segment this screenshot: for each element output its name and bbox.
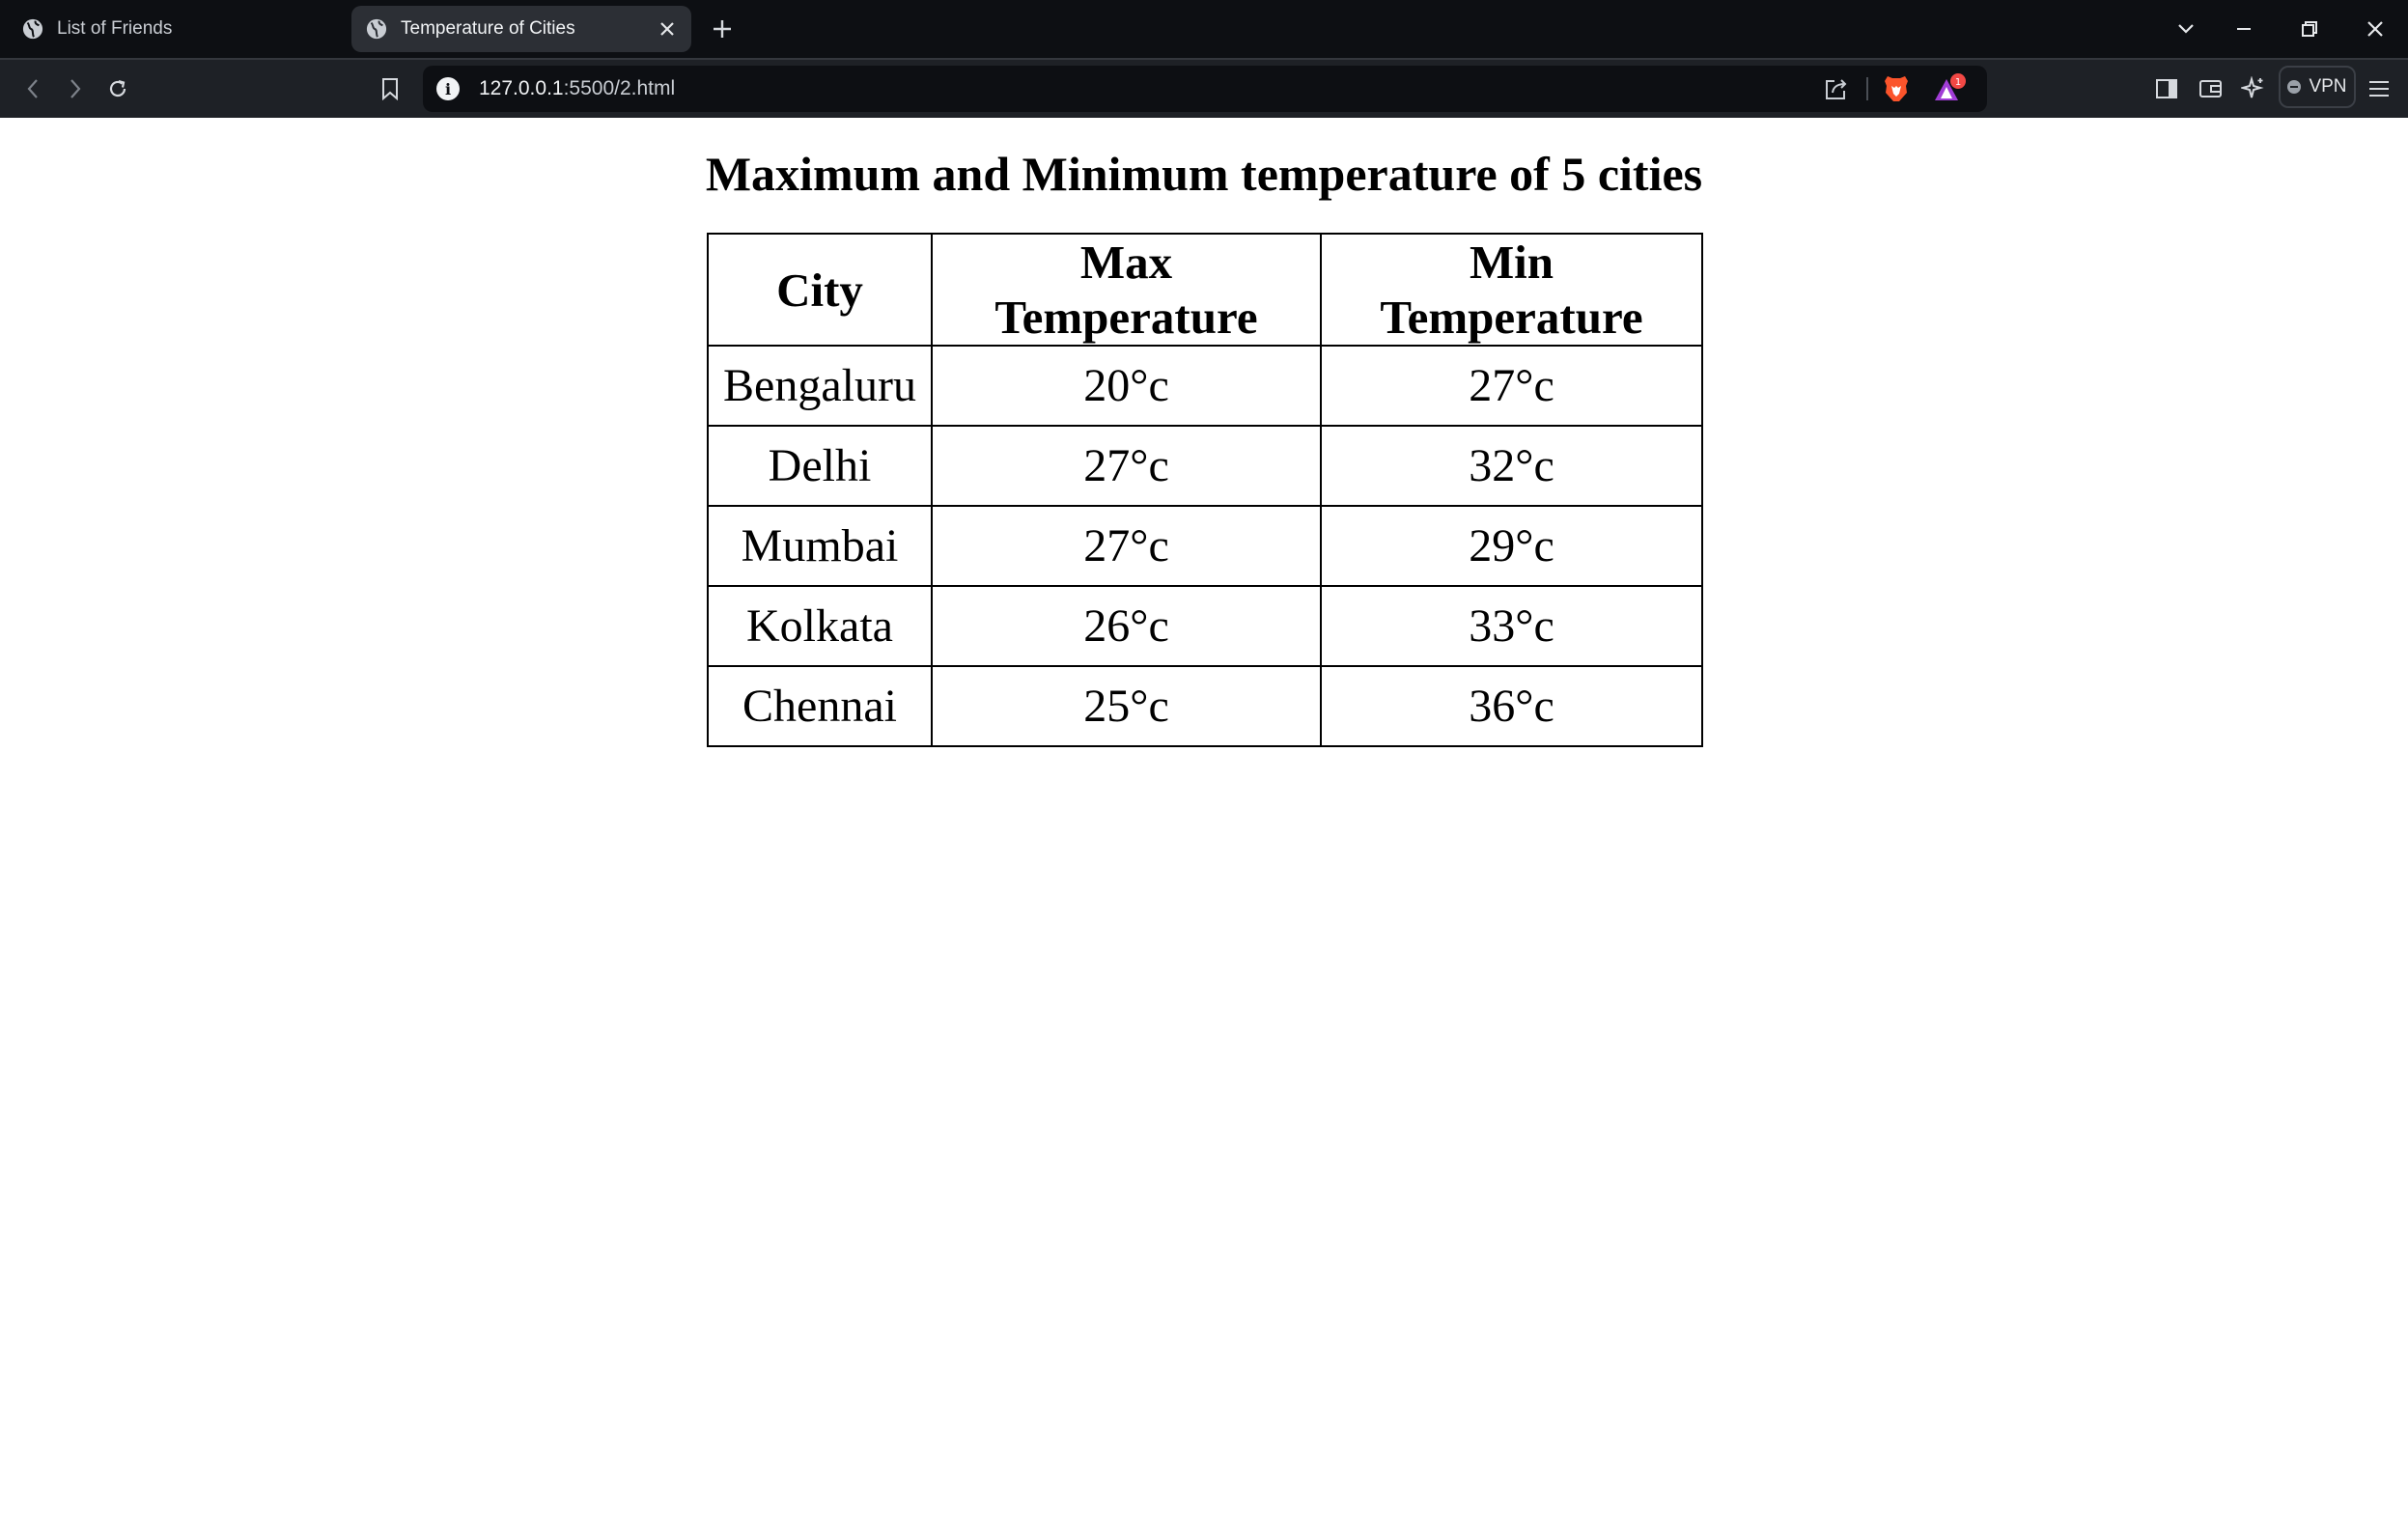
bookmark-button[interactable] bbox=[371, 70, 409, 108]
column-header-city: City bbox=[707, 233, 933, 347]
address-bar[interactable]: i 127.0.0.1:5500/2.html 1 bbox=[423, 66, 1987, 112]
table-row: Bengaluru 20°c 27°c bbox=[707, 345, 1703, 427]
page-content: Maximum and Minimum temperature of 5 cit… bbox=[0, 118, 2408, 1533]
cell-min-temperature: 29°c bbox=[1320, 505, 1703, 587]
close-icon bbox=[660, 22, 674, 36]
column-header-min-temperature: Min Temperature bbox=[1320, 233, 1703, 347]
wallet-button[interactable] bbox=[2192, 70, 2230, 108]
cell-city: Mumbai bbox=[707, 505, 933, 587]
restore-icon bbox=[2302, 21, 2317, 37]
cell-city: Kolkata bbox=[707, 585, 933, 667]
tab-title: List of Friends bbox=[57, 18, 173, 39]
rewards-triangle-icon: 1 bbox=[1935, 73, 1966, 100]
table-row: Chennai 25°c 36°c bbox=[707, 665, 1703, 747]
tab-title: Temperature of Cities bbox=[401, 18, 575, 39]
restore-button[interactable] bbox=[2290, 10, 2329, 48]
new-tab-button[interactable] bbox=[705, 12, 740, 46]
hamburger-menu-icon bbox=[2369, 81, 2389, 97]
leo-ai-button[interactable] bbox=[2234, 70, 2273, 108]
back-button[interactable] bbox=[14, 70, 52, 108]
site-info-icon[interactable]: i bbox=[436, 77, 460, 100]
cell-city: Delhi bbox=[707, 425, 933, 507]
chevron-down-icon bbox=[2178, 24, 2194, 34]
brave-rewards-button[interactable]: 1 bbox=[1933, 73, 1968, 109]
arrow-left-icon bbox=[27, 79, 38, 98]
sidebar-icon bbox=[2156, 79, 2177, 98]
tab-list-of-friends[interactable]: List of Friends bbox=[8, 6, 346, 52]
cell-city: Bengaluru bbox=[707, 345, 933, 427]
column-header-max-temperature: Max Temperature bbox=[931, 233, 1322, 347]
cell-max-temperature: 27°c bbox=[931, 505, 1322, 587]
temperature-table: City Max Temperature Min Temperature Ben… bbox=[707, 233, 1703, 747]
vpn-label: VPN bbox=[2309, 76, 2347, 97]
tab-search-button[interactable] bbox=[2167, 10, 2205, 48]
share-button[interactable] bbox=[1823, 75, 1850, 107]
browser-toolbar: i 127.0.0.1:5500/2.html 1 VPN bbox=[0, 58, 2408, 118]
globe-icon bbox=[366, 18, 387, 40]
close-tab-button[interactable] bbox=[653, 14, 682, 43]
url-text[interactable]: 127.0.0.1:5500/2.html bbox=[479, 66, 675, 112]
vpn-button[interactable]: VPN bbox=[2279, 66, 2356, 108]
bookmark-icon bbox=[382, 78, 398, 100]
main-menu-button[interactable] bbox=[2360, 70, 2398, 108]
plus-icon bbox=[714, 20, 731, 38]
cell-max-temperature: 27°c bbox=[931, 425, 1322, 507]
cell-min-temperature: 33°c bbox=[1320, 585, 1703, 667]
minimize-button[interactable] bbox=[2225, 10, 2263, 48]
page-title: Maximum and Minimum temperature of 5 cit… bbox=[705, 147, 1703, 201]
url-host: 127.0.0.1 bbox=[479, 77, 564, 99]
cell-city: Chennai bbox=[707, 665, 933, 747]
table-row: Delhi 27°c 32°c bbox=[707, 425, 1703, 507]
reload-button[interactable] bbox=[98, 70, 137, 108]
close-window-button[interactable] bbox=[2356, 10, 2394, 48]
vpn-status-icon bbox=[2287, 80, 2302, 94]
globe-icon bbox=[22, 18, 43, 40]
tab-temperature-of-cities[interactable]: Temperature of Cities bbox=[351, 6, 691, 52]
table-row: Mumbai 27°c 29°c bbox=[707, 505, 1703, 587]
cell-max-temperature: 20°c bbox=[931, 345, 1322, 427]
minimize-icon bbox=[2237, 28, 2251, 30]
forward-button[interactable] bbox=[56, 70, 95, 108]
cell-min-temperature: 27°c bbox=[1320, 345, 1703, 427]
table-row: Kolkata 26°c 33°c bbox=[707, 585, 1703, 667]
sidebar-button[interactable] bbox=[2147, 70, 2186, 108]
reload-icon bbox=[109, 79, 126, 98]
brave-shields-button[interactable] bbox=[1883, 73, 1910, 109]
tab-strip: List of Friends Temperature of Cities bbox=[0, 0, 2408, 58]
cell-min-temperature: 32°c bbox=[1320, 425, 1703, 507]
close-icon bbox=[2367, 21, 2383, 37]
cell-max-temperature: 25°c bbox=[931, 665, 1322, 747]
sparkle-icon bbox=[2241, 76, 2264, 98]
url-separator bbox=[1866, 77, 1868, 100]
cell-max-temperature: 26°c bbox=[931, 585, 1322, 667]
table-header-row: City Max Temperature Min Temperature bbox=[707, 233, 1703, 347]
rewards-badge: 1 bbox=[1955, 77, 1961, 88]
wallet-icon bbox=[2199, 80, 2222, 98]
share-icon bbox=[1826, 79, 1847, 99]
arrow-right-icon bbox=[70, 79, 81, 98]
cell-min-temperature: 36°c bbox=[1320, 665, 1703, 747]
url-path: :5500/2.html bbox=[563, 77, 676, 99]
brave-lion-icon bbox=[1885, 76, 1908, 101]
